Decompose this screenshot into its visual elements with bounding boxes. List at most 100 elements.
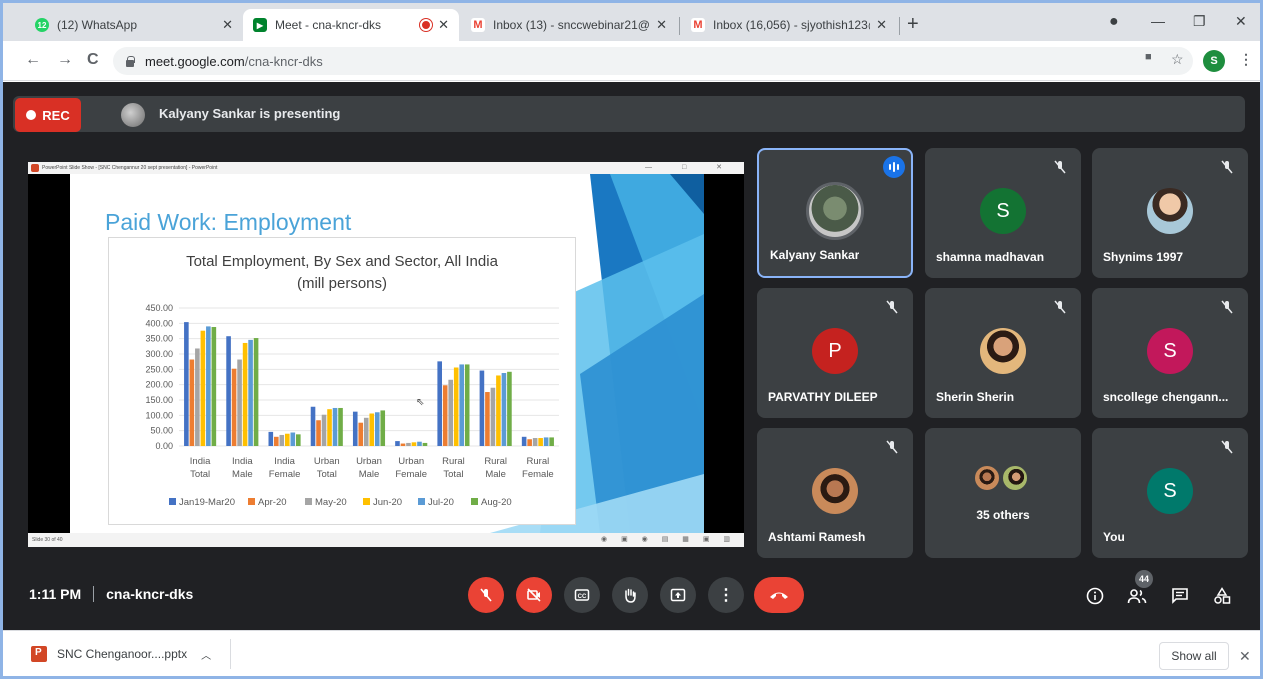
svg-text:CC: CC (578, 594, 587, 600)
download-shelf: SNC Chenganoor....pptx ︿ Show all ✕ (3, 630, 1260, 676)
people-button[interactable] (1126, 585, 1148, 607)
ppt-window-controls: — □ ✕ (645, 164, 736, 171)
presentation-window[interactable]: PowerPoint Slide Show - [SNC Chengannur … (28, 162, 744, 547)
close-icon[interactable]: ✕ (1239, 648, 1251, 665)
download-item[interactable]: SNC Chenganoor....pptx ︿ (13, 639, 231, 669)
camera-in-use-icon[interactable]: ■ (1145, 51, 1152, 63)
chart-title: Total Employment, By Sex and Sector, All… (186, 253, 498, 270)
close-window-icon[interactable]: ✕ (1235, 13, 1247, 30)
browser-menu-icon[interactable]: ⋮ (1239, 51, 1253, 68)
new-tab-button[interactable]: + (907, 14, 919, 34)
bar (253, 338, 259, 446)
bar (507, 371, 512, 446)
chevron-up-icon[interactable]: ︿ (201, 647, 211, 662)
bar (248, 339, 253, 446)
download-file-name: SNC Chenganoor....pptx (57, 647, 188, 661)
bar (459, 364, 464, 446)
participant-tile[interactable]: Shynims 1997 (1092, 148, 1248, 278)
bar (549, 437, 554, 446)
recording-badge[interactable]: REC (15, 98, 81, 132)
ppt-view-controls[interactable]: ◉ ▣ ◉ ▤ ▦ ▣ ▥ (601, 533, 736, 547)
bar (363, 417, 369, 446)
bar (527, 439, 532, 446)
close-tab-icon[interactable]: ✕ (876, 17, 887, 33)
bar (279, 434, 285, 446)
more-options-icon[interactable]: ⋮ (708, 577, 744, 613)
legend-swatch (169, 498, 176, 505)
close-tab-icon[interactable]: ✕ (438, 17, 449, 33)
tab-divider (679, 17, 680, 35)
close-tab-icon[interactable]: ✕ (222, 17, 233, 33)
legend-label: Jun-20 (373, 497, 402, 508)
bar (400, 443, 406, 446)
profile-avatar[interactable]: S (1203, 50, 1225, 72)
chat-button[interactable] (1169, 585, 1191, 607)
x-tick-label: Urban (314, 456, 340, 467)
tab-inbox-sjyothish[interactable]: M Inbox (16,056) - sjyothish123@g ✕ (681, 9, 897, 41)
present-now-button[interactable] (660, 577, 696, 613)
address-bar[interactable]: meet.google.com/cna-kncr-dks (113, 47, 1193, 75)
leave-call-button[interactable] (754, 577, 804, 613)
activities-button[interactable] (1211, 585, 1233, 607)
bar (231, 368, 237, 446)
x-tick-label: Urban (398, 456, 424, 467)
x-tick-label: Total (317, 469, 337, 480)
legend-label: Apr-20 (258, 497, 287, 508)
show-all-button[interactable]: Show all (1159, 642, 1229, 670)
bar (417, 441, 422, 446)
x-tick-label: Rural (527, 456, 550, 467)
minimize-icon[interactable]: — (1151, 13, 1165, 29)
participant-tile[interactable]: S shamna madhavan (925, 148, 1081, 278)
chat-icon (1172, 588, 1188, 604)
ppt-status-bar: Slide 30 of 40 ◉ ▣ ◉ ▤ ▦ ▣ ▥ (28, 533, 744, 547)
bar (189, 359, 195, 446)
tab-title: Meet - cna-kncr-dks (275, 18, 382, 32)
participant-count-badge: 44 (1135, 570, 1153, 588)
bar (296, 434, 301, 446)
captions-button[interactable]: CC (564, 577, 600, 613)
participant-tile[interactable]: S sncollege chengann... (1092, 288, 1248, 418)
tab-meet[interactable]: ▶ Meet - cna-kncr-dks ✕ (243, 9, 459, 41)
participant-avatar: S (980, 188, 1026, 234)
browser-toolbar: ← → C meet.google.com/cna-kncr-dks ■ ☆ S… (3, 41, 1260, 81)
mouse-pointer-icon: ⇖ (416, 397, 425, 408)
camera-toggle-button[interactable] (516, 577, 552, 613)
lock-icon (125, 55, 135, 67)
tab-inbox-snccwebinar[interactable]: M Inbox (13) - snccwebinar21@gm ✕ (461, 9, 677, 41)
participant-tile-self[interactable]: S You (1092, 428, 1248, 558)
mic-toggle-button[interactable] (468, 577, 504, 613)
bar (200, 330, 206, 446)
info-icon (1086, 587, 1104, 605)
participant-tile[interactable]: Sherin Sherin (925, 288, 1081, 418)
x-tick-label: Male (232, 469, 253, 480)
gmail-icon: M (691, 18, 705, 32)
participant-tile[interactable]: Kalyany Sankar (757, 148, 913, 278)
y-tick-label: 450.00 (145, 303, 173, 313)
reload-icon[interactable]: C (87, 51, 99, 69)
present-icon (670, 588, 686, 602)
bar (358, 422, 364, 446)
participant-tile[interactable]: Ashtami Ramesh (757, 428, 913, 558)
forward-icon[interactable]: → (57, 51, 73, 69)
mic-off-icon (1221, 160, 1233, 174)
x-tick-label: India (190, 456, 211, 467)
raise-hand-button[interactable] (612, 577, 648, 613)
participant-tile[interactable]: P PARVATHY DILEEP (757, 288, 913, 418)
back-icon[interactable]: ← (25, 51, 41, 69)
legend-label: Aug-20 (481, 497, 512, 508)
restore-icon[interactable]: ❐ (1193, 13, 1206, 30)
bar (237, 359, 242, 446)
participant-tile-others[interactable]: 35 others (925, 428, 1081, 558)
participant-photo (980, 328, 1026, 374)
slide-title: Paid Work: Employment (105, 209, 352, 235)
bar (374, 412, 380, 446)
bookmark-star-icon[interactable]: ☆ (1171, 51, 1184, 68)
bar (532, 438, 538, 446)
meeting-details-button[interactable] (1084, 585, 1106, 607)
close-tab-icon[interactable]: ✕ (656, 17, 667, 33)
y-tick-label: 350.00 (145, 334, 173, 344)
tab-search-icon[interactable]: ● (1109, 13, 1119, 31)
x-tick-label: Rural (442, 456, 465, 467)
mic-off-icon (480, 588, 492, 602)
tab-whatsapp[interactable]: 12 (12) WhatsApp ✕ (25, 9, 243, 41)
